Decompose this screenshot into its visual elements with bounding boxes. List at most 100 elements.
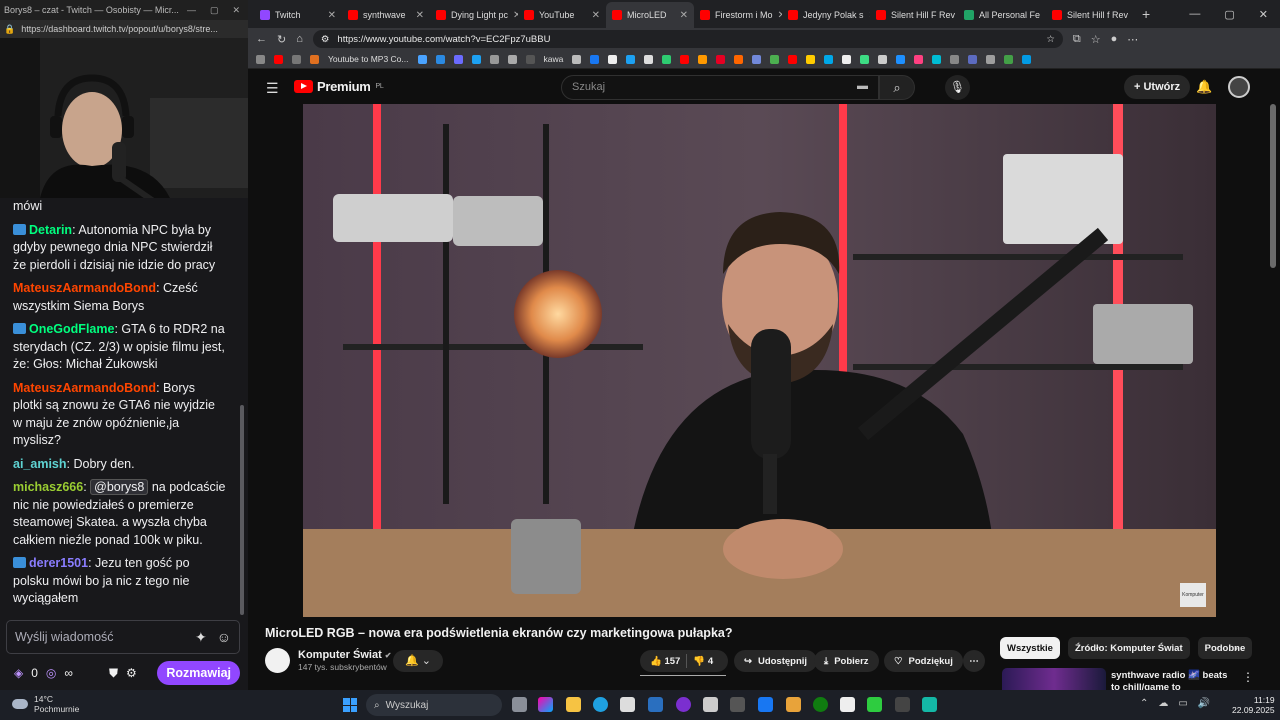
bookmark-kawa[interactable]: kawa — [544, 54, 564, 64]
bookmark-mp3[interactable]: Youtube to MP3 Co... — [328, 54, 409, 64]
emote-picker-icon[interactable]: ☺ — [217, 629, 231, 646]
extensions-icon[interactable]: ⧉ — [1073, 33, 1081, 46]
bookmark-icon[interactable] — [417, 54, 427, 64]
bookmark-icon[interactable] — [752, 54, 762, 64]
bookmark-icon[interactable] — [734, 54, 744, 64]
channel-watermark[interactable]: Komputer — [1180, 583, 1206, 607]
bookmark-icon[interactable] — [806, 54, 816, 64]
nvidia-icon[interactable] — [867, 697, 882, 712]
bookmark-icon[interactable] — [435, 54, 445, 64]
bookmark-icon[interactable] — [489, 54, 499, 64]
chip-all[interactable]: Wszystkie — [1000, 637, 1060, 659]
bookmark-icon[interactable] — [590, 54, 600, 64]
bookmark-icon[interactable] — [932, 54, 942, 64]
obs-purple-icon[interactable] — [676, 697, 691, 712]
chevron-up-icon[interactable]: ⌃ — [1140, 698, 1148, 709]
app-icon[interactable] — [922, 697, 937, 712]
download-button[interactable]: ⤓ Pobierz — [814, 650, 879, 672]
settings-gear-icon[interactable]: ⚙ — [126, 666, 137, 680]
bookmark-icon[interactable] — [471, 54, 481, 64]
chat-username[interactable]: michasz666 — [13, 480, 83, 494]
channel-avatar[interactable] — [265, 648, 290, 673]
tab-close-icon[interactable]: ✕ — [1133, 10, 1134, 21]
browser-tab[interactable]: Silent Hill F Rev✕ — [870, 2, 958, 28]
search-button[interactable]: ⌕ — [879, 75, 915, 100]
maximize-icon[interactable]: ▢ — [210, 5, 219, 16]
back-icon[interactable]: ← — [256, 33, 267, 45]
bookmark-icon[interactable] — [1022, 54, 1032, 64]
browser-tab[interactable]: YouTube ✕ — [518, 2, 606, 28]
bookmark-icon[interactable] — [608, 54, 618, 64]
chat-scrollbar[interactable] — [240, 405, 244, 615]
tab-close-icon[interactable]: ✕ — [592, 10, 600, 21]
bookmark-icon[interactable] — [896, 54, 906, 64]
browser-tab[interactable]: Dying Light pc ✕ — [430, 2, 518, 28]
bookmark-icon[interactable] — [914, 54, 924, 64]
bookmark-icon[interactable] — [453, 54, 463, 64]
bits-icon[interactable]: ✦ — [195, 629, 207, 646]
browser-tab[interactable]: synthwave ✕ — [342, 2, 430, 28]
maximize-icon[interactable]: ▢ — [1224, 8, 1234, 21]
bookmark-icon[interactable] — [788, 54, 798, 64]
bookmark-mp3-icon[interactable] — [310, 54, 319, 64]
address-bar[interactable]: ⚙ https://www.youtube.com/watch?v=EC2Fpz… — [312, 30, 1063, 48]
bookmark-icon[interactable] — [716, 54, 726, 64]
browser-tab[interactable]: Twitch ✕ — [254, 2, 342, 28]
anchor-app-icon[interactable] — [895, 697, 910, 712]
folder-icon[interactable] — [786, 697, 801, 712]
bits-diamond-icon[interactable]: ◈ — [14, 666, 23, 680]
subscriber-badge-icon[interactable] — [13, 223, 26, 235]
bookmark-star-icon[interactable]: ☆ — [1046, 34, 1063, 45]
chat-username[interactable]: derer1501 — [29, 556, 88, 570]
bookmark-icon[interactable] — [644, 54, 654, 64]
voice-search-button[interactable]: 🎙 — [945, 75, 970, 100]
system-clock[interactable]: 11:19 22.09.2025 — [1232, 695, 1275, 715]
tab-close-icon[interactable]: ✕ — [328, 10, 336, 21]
url-text[interactable]: https://www.youtube.com/watch?v=EC2Fpz7u… — [337, 34, 550, 45]
notepad-icon[interactable] — [840, 697, 855, 712]
tab-close-icon[interactable]: ✕ — [680, 10, 688, 21]
bookmark-icon[interactable] — [842, 54, 852, 64]
weather-widget[interactable]: 14°C Pochmurnie — [12, 694, 79, 714]
bookmark-icon[interactable] — [878, 54, 888, 64]
taskbar-search[interactable]: ⌕ Wyszukaj — [366, 694, 502, 716]
browser-tab[interactable]: Jedyny Polak s✕ — [782, 2, 870, 28]
chat-username[interactable]: MateuszAarmandoBond — [13, 281, 156, 295]
channel-name-text[interactable]: Komputer Świat — [298, 649, 382, 661]
bookmark-icon[interactable] — [662, 54, 672, 64]
twitch-url[interactable]: https://dashboard.twitch.tv/popout/u/bor… — [21, 24, 218, 34]
youtube-search-input[interactable]: Szukaj ▬ — [561, 75, 879, 100]
bookmark-icon[interactable] — [680, 54, 690, 64]
chevron-right-icon[interactable]: › — [1234, 641, 1238, 655]
bookmark-icon[interactable] — [572, 54, 582, 64]
keyboard-icon[interactable]: ▬ — [857, 80, 868, 92]
close-icon[interactable]: ✕ — [1259, 8, 1268, 21]
bookmark-icon[interactable] — [950, 54, 960, 64]
bookmark-icon[interactable] — [824, 54, 834, 64]
subscribed-bell-button[interactable]: 🔔 ⌄ — [393, 650, 443, 672]
account-avatar[interactable] — [1228, 76, 1250, 98]
cloud-sync-icon[interactable]: ☁ — [1158, 698, 1168, 709]
like-button[interactable]: 👍 157 — [650, 656, 680, 667]
store-icon[interactable] — [620, 697, 635, 712]
chat-mention[interactable]: @borys8 — [90, 479, 149, 495]
more-menu-icon[interactable]: ⋯ — [1127, 33, 1138, 46]
youtube-premium-logo[interactable]: Premium PL — [294, 79, 384, 94]
chip-related[interactable]: Podobne — [1197, 637, 1253, 659]
subscriber-badge-icon[interactable] — [13, 557, 26, 568]
home-icon[interactable]: ⌂ — [296, 33, 303, 45]
task-view-icon[interactable] — [512, 697, 527, 712]
browser-tab[interactable]: Silent Hill f Rev ✕ — [1046, 2, 1134, 28]
bookmark-icon[interactable] — [256, 54, 265, 64]
video-player[interactable]: Komputer — [303, 104, 1216, 617]
bookmark-kawa-icon[interactable] — [525, 54, 535, 64]
channel-points-icon[interactable]: ◎ — [46, 666, 56, 680]
file-explorer-icon[interactable] — [566, 697, 581, 712]
twitch-urlbar[interactable]: 🔒 https://dashboard.twitch.tv/popout/u/b… — [0, 20, 248, 38]
meta-icon[interactable] — [758, 697, 773, 712]
subscriber-badge-icon[interactable] — [13, 323, 26, 334]
chip-from-channel[interactable]: Źródło: Komputer Świat — [1067, 637, 1190, 659]
bookmark-icon[interactable] — [860, 54, 870, 64]
more-actions-button[interactable]: ⋯ — [963, 650, 985, 672]
window-controls[interactable]: — ▢ ✕ — [187, 5, 248, 16]
